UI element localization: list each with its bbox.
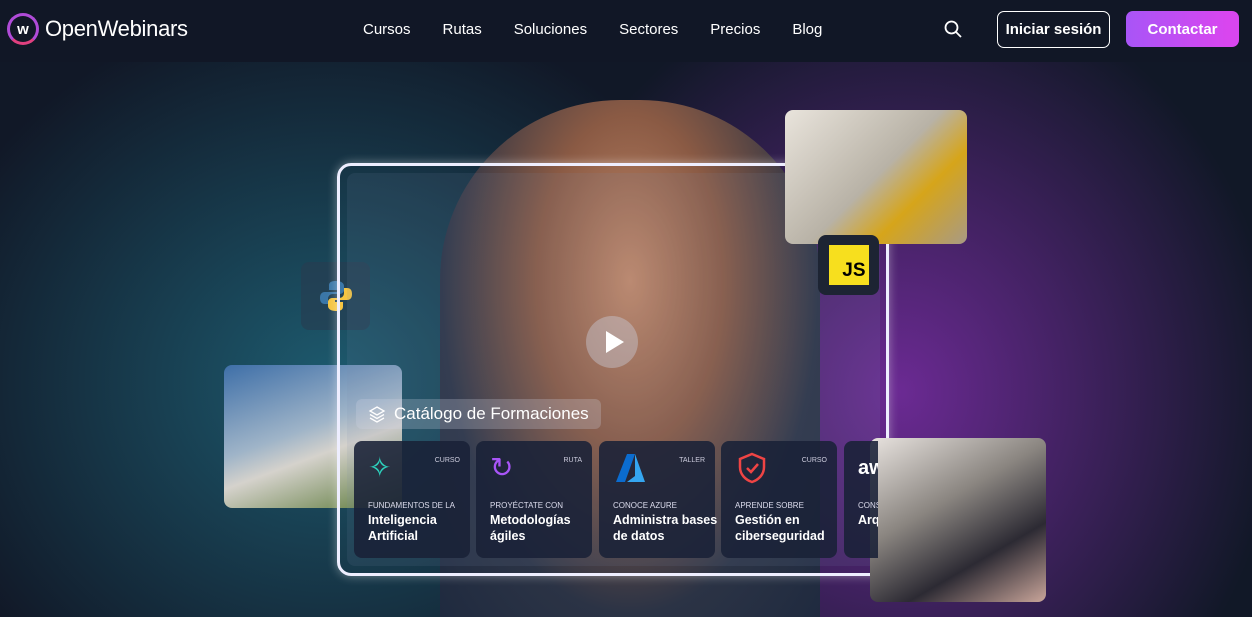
nav-rutas[interactable]: Rutas bbox=[443, 21, 482, 38]
card-subtitle: CONS bbox=[858, 501, 878, 510]
catalog-label[interactable]: Catálogo de Formaciones bbox=[356, 399, 601, 429]
shield-check-icon bbox=[738, 452, 766, 484]
card-subtitle: PROYÉCTATE CON bbox=[490, 501, 564, 510]
photo-students bbox=[870, 438, 1046, 602]
javascript-icon: JS bbox=[828, 245, 869, 285]
course-card[interactable]: ✧ CURSO FUNDAMENTOS DE LA Inteligencia A… bbox=[354, 441, 470, 558]
card-title: Administra bases de datos bbox=[613, 513, 718, 543]
js-badge: JS bbox=[818, 235, 879, 295]
logo-icon: w bbox=[7, 13, 39, 45]
catalog-title: Catálogo de Formaciones bbox=[394, 404, 589, 423]
layers-icon bbox=[368, 406, 386, 423]
card-tag: CURSO bbox=[434, 457, 460, 464]
card-tag: CURSO bbox=[801, 457, 827, 464]
play-button[interactable] bbox=[586, 316, 638, 368]
login-button[interactable]: Iniciar sesión bbox=[997, 11, 1110, 48]
nav-soluciones[interactable]: Soluciones bbox=[514, 21, 587, 38]
nav-cursos[interactable]: Cursos bbox=[363, 21, 411, 38]
nav-sectores[interactable]: Sectores bbox=[619, 21, 678, 38]
course-cards: ✧ CURSO FUNDAMENTOS DE LA Inteligencia A… bbox=[354, 441, 878, 558]
course-card[interactable]: aws CONS Arq con bbox=[844, 441, 878, 558]
card-subtitle: APRENDE SOBRE bbox=[735, 501, 804, 510]
search-icon[interactable] bbox=[944, 20, 962, 38]
nav-precios[interactable]: Precios bbox=[710, 21, 760, 38]
aws-icon: aws bbox=[858, 457, 878, 479]
course-card[interactable]: ↻ RUTA PROYÉCTATE CON Metodologías ágile… bbox=[476, 441, 592, 558]
logo[interactable]: w OpenWebinars bbox=[7, 13, 188, 45]
card-tag: RUTA bbox=[563, 457, 582, 464]
agile-cycle-icon: ↻ bbox=[490, 452, 514, 483]
card-subtitle: FUNDAMENTOS DE LA bbox=[368, 501, 455, 510]
top-navbar: w OpenWebinars Cursos Rutas Soluciones S… bbox=[0, 0, 1252, 62]
card-subtitle: CONOCE AZURE bbox=[613, 501, 678, 510]
contact-button[interactable]: Contactar bbox=[1126, 11, 1239, 47]
card-title: Arq con bbox=[858, 513, 878, 527]
nav-blog[interactable]: Blog bbox=[792, 21, 822, 38]
course-card[interactable]: CURSO APRENDE SOBRE Gestión en cibersegu… bbox=[721, 441, 837, 558]
card-tag: TALLER bbox=[679, 457, 705, 464]
card-title: Inteligencia Artificial bbox=[368, 513, 437, 543]
brand-name: OpenWebinars bbox=[45, 16, 188, 41]
card-title: Gestión en ciberseguridad bbox=[735, 513, 825, 543]
card-title: Metodologías ágiles bbox=[490, 513, 571, 543]
main-menu: Cursos Rutas Soluciones Sectores Precios… bbox=[363, 21, 822, 38]
sparkle-icon: ✧ bbox=[368, 452, 392, 483]
course-card[interactable]: TALLER CONOCE AZURE Administra bases de … bbox=[599, 441, 717, 558]
photo-woman-smiling bbox=[785, 110, 967, 244]
azure-icon bbox=[616, 454, 645, 482]
logo-letter: w bbox=[17, 20, 29, 38]
